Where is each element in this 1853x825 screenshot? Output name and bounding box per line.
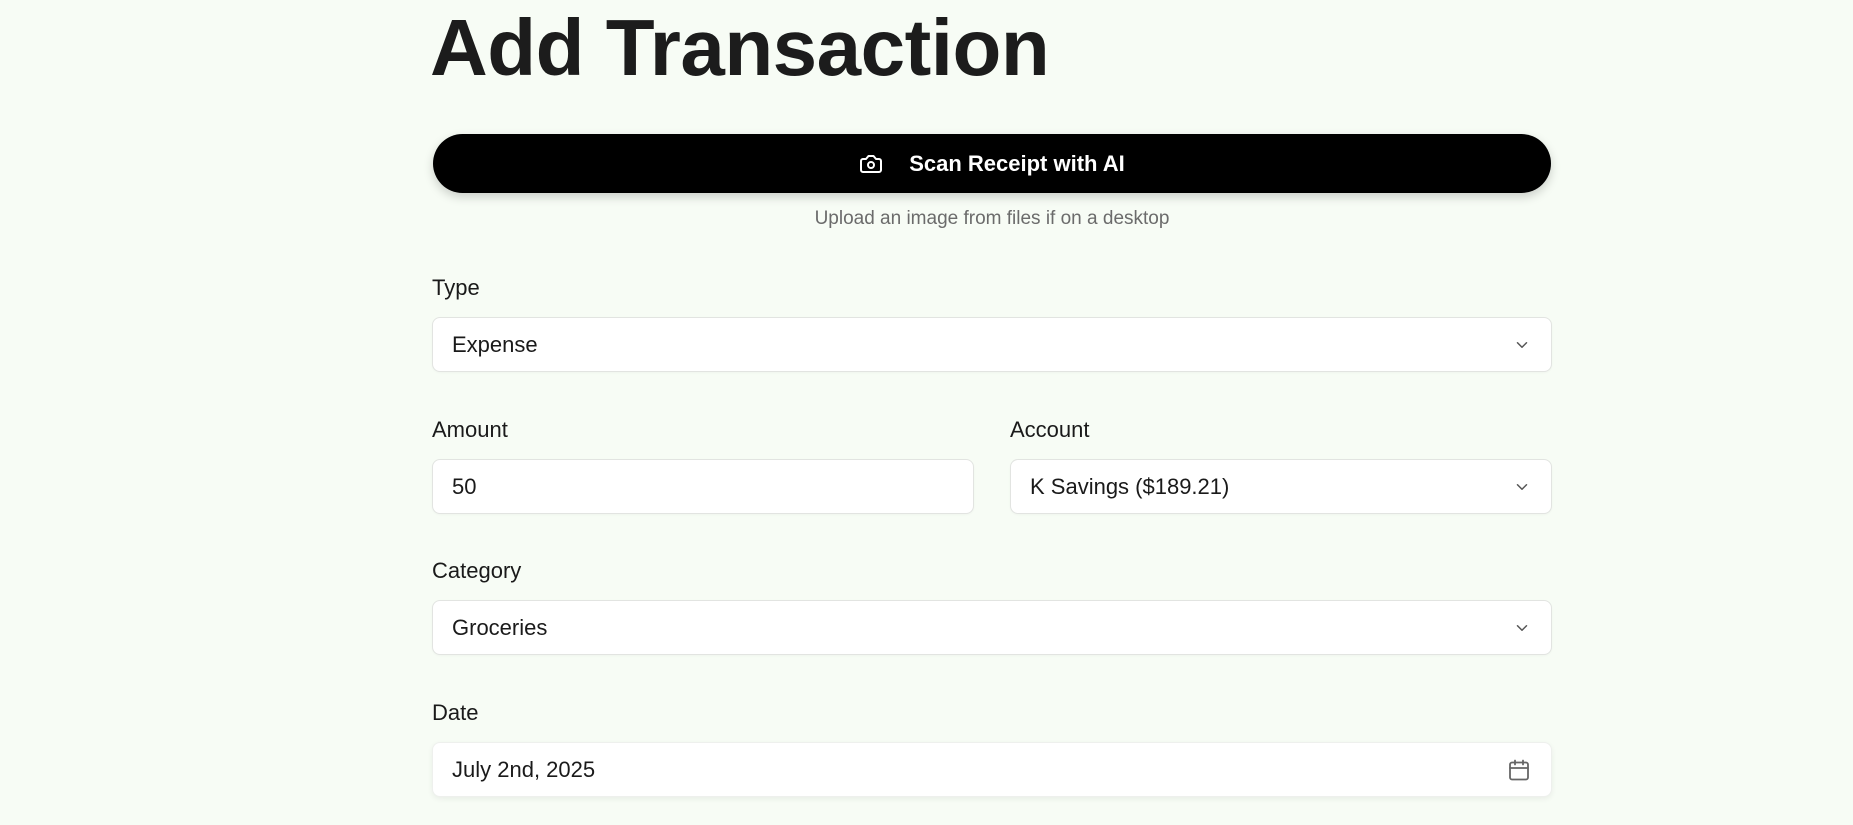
page-title: Add Transaction <box>430 3 1050 92</box>
amount-input[interactable]: 50 <box>432 459 974 514</box>
account-select[interactable]: K Savings ($189.21) <box>1010 459 1552 514</box>
account-value: K Savings ($189.21) <box>1030 473 1230 499</box>
date-label: Date <box>432 700 479 725</box>
camera-icon <box>859 152 883 176</box>
type-select[interactable]: Expense <box>432 317 1552 372</box>
chevron-down-icon <box>1513 619 1531 637</box>
account-label: Account <box>1010 417 1090 442</box>
type-value: Expense <box>452 331 538 357</box>
scan-receipt-label: Scan Receipt with AI <box>909 150 1125 176</box>
scan-hint-text: Upload an image from files if on a deskt… <box>814 208 1170 229</box>
type-label: Type <box>432 275 480 300</box>
date-value: July 2nd, 2025 <box>452 756 596 782</box>
add-transaction-page: Add Transaction Scan Receipt with AI Upl… <box>0 0 1853 825</box>
calendar-icon <box>1507 758 1531 782</box>
category-select[interactable]: Groceries <box>432 600 1552 655</box>
date-picker[interactable]: July 2nd, 2025 <box>432 742 1552 797</box>
category-value: Groceries <box>452 614 548 640</box>
scan-receipt-button[interactable]: Scan Receipt with AI <box>433 134 1551 193</box>
amount-value: 50 <box>452 473 477 499</box>
category-label: Category <box>432 558 522 583</box>
chevron-down-icon <box>1513 478 1531 496</box>
amount-label: Amount <box>432 417 508 442</box>
chevron-down-icon <box>1513 336 1531 354</box>
